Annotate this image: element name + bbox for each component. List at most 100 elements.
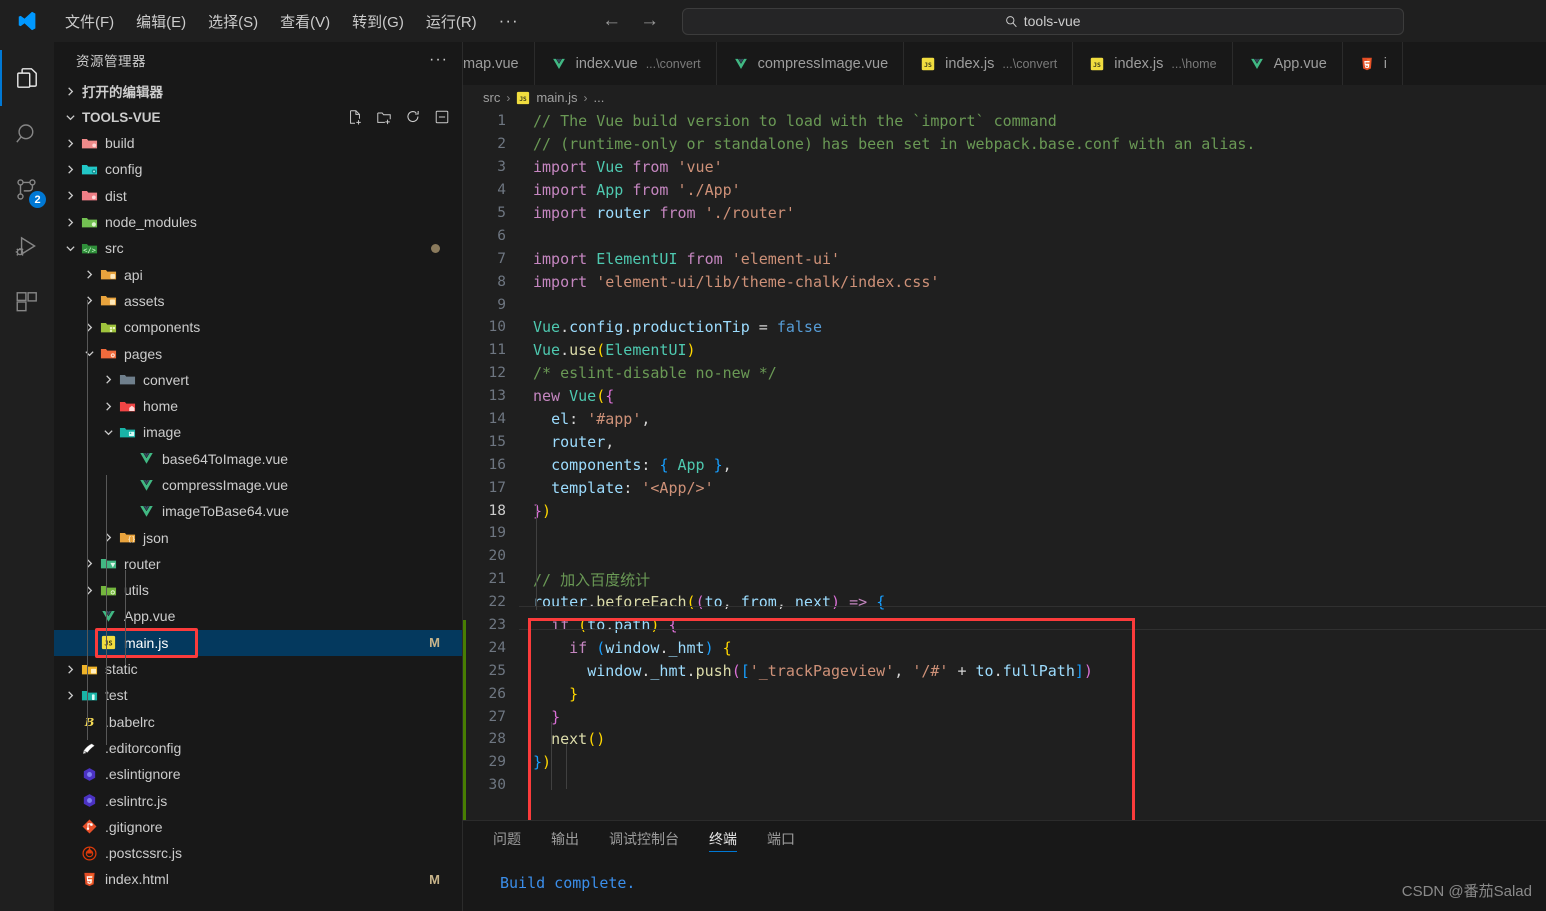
terminal-body[interactable]: Build complete. (463, 856, 1546, 892)
chevron-right-icon[interactable] (62, 190, 78, 201)
chevron-right-icon[interactable] (62, 138, 78, 149)
panel-tab-问题[interactable]: 问题 (493, 821, 521, 856)
tree-item--editorconfig[interactable]: .editorconfig (54, 735, 462, 761)
tree-item-base64toimage-vue[interactable]: base64ToImage.vue (54, 446, 462, 472)
editor-tab-map-vue[interactable]: map.vue (463, 42, 535, 85)
chevron-right-icon[interactable] (62, 690, 78, 701)
tree-item-node-modules[interactable]: node_modules (54, 209, 462, 235)
new-folder-icon[interactable] (376, 109, 392, 125)
tree-item-json[interactable]: {} json (54, 524, 462, 550)
tree-item-app-vue[interactable]: App.vue (54, 603, 462, 629)
chevron-right-icon[interactable] (100, 532, 116, 543)
open-editors-section[interactable]: 打开的编辑器 (54, 78, 462, 104)
tree-item-utils[interactable]: utils (54, 577, 462, 603)
tree-item--postcssrc-js[interactable]: .postcssrc.js (54, 840, 462, 866)
chevron-down-icon[interactable] (81, 348, 97, 359)
editor-tab-index-js[interactable]: JS index.js ...\home (1073, 42, 1233, 85)
tree-item-image[interactable]: image (54, 419, 462, 445)
tree-item-static[interactable]: static (54, 656, 462, 682)
tree-item-components[interactable]: components (54, 314, 462, 340)
new-file-icon[interactable] (347, 109, 363, 125)
chevron-right-icon[interactable] (100, 401, 116, 412)
chevron-right-icon[interactable] (100, 374, 116, 385)
chevron-right-icon[interactable] (62, 217, 78, 228)
chevron-right-icon[interactable] (62, 164, 78, 175)
chevron-right-icon[interactable] (81, 322, 97, 333)
menu-view[interactable]: 查看(V) (269, 7, 341, 36)
editor-tab-index-js[interactable]: JS index.js ...\convert (904, 42, 1074, 85)
menu-run[interactable]: 运行(R) (415, 7, 488, 36)
arrow-left-icon[interactable]: ← (602, 10, 622, 32)
editor-tab-label: map.vue (463, 55, 519, 72)
tree-item--eslintignore[interactable]: .eslintignore (54, 761, 462, 787)
tree-item-home[interactable]: home (54, 393, 462, 419)
breadcrumb-tail[interactable]: ... (594, 90, 605, 105)
menu-go[interactable]: 转到(G) (341, 7, 415, 36)
chevron-down-icon[interactable] (62, 243, 78, 254)
tree-item-router[interactable]: router (54, 551, 462, 577)
chevron-right-icon[interactable] (81, 558, 97, 569)
editor-tab-i[interactable]: i (1342, 42, 1404, 85)
panel-tab-输出[interactable]: 输出 (551, 821, 579, 856)
tree-item-build[interactable]: build (54, 130, 462, 156)
tree-item-index-html[interactable]: index.html M (54, 866, 462, 892)
menu-edit[interactable]: 编辑(E) (125, 7, 197, 36)
tree-item-label: .editorconfig (105, 739, 182, 756)
search-icon (16, 124, 34, 143)
tree-item-label: .gitignore (105, 818, 163, 835)
tree-item--gitignore[interactable]: .gitignore (54, 814, 462, 840)
code-line: 25 window._hmt.push(['_trackPageview', '… (463, 659, 1546, 682)
activitybar-run-debug[interactable] (0, 218, 54, 274)
breadcrumb-file[interactable]: main.js (536, 90, 577, 105)
activitybar-extensions[interactable] (0, 274, 54, 330)
tree-item-test[interactable]: test (54, 682, 462, 708)
chevron-down-icon[interactable] (100, 427, 116, 438)
activitybar-explorer[interactable] (0, 50, 54, 106)
tree-item-compressimage-vue[interactable]: compressImage.vue (54, 472, 462, 498)
ellipsis-icon[interactable]: ··· (429, 51, 448, 69)
collapse-all-icon[interactable] (434, 109, 450, 125)
tree-item-imagetobase64-vue[interactable]: imageToBase64.vue (54, 498, 462, 524)
editor-tab-app-vue[interactable]: App.vue (1232, 42, 1343, 85)
arrow-right-icon[interactable]: → (640, 10, 660, 32)
tree-item-main-js[interactable]: JS main.js M (54, 629, 462, 656)
folder-dist-icon (78, 187, 100, 204)
menu-file[interactable]: 文件(F) (54, 7, 125, 36)
command-search-input[interactable]: tools-vue (681, 7, 1404, 35)
tree-item-pages[interactable]: pages (54, 340, 462, 366)
panel-tab-调试控制台[interactable]: 调试控制台 (609, 821, 679, 856)
breadcrumb: src › JS main.js › ... (463, 85, 1546, 110)
menu-overflow-icon[interactable]: ··· (488, 9, 530, 33)
tree-item-label: config (105, 161, 143, 178)
menu-selection[interactable]: 选择(S) (197, 7, 269, 36)
tree-item-convert[interactable]: convert (54, 367, 462, 393)
panel-tab-端口[interactable]: 端口 (767, 821, 795, 856)
tree-item-label: home (143, 398, 179, 415)
editor-tab-path: ...\convert (645, 56, 701, 71)
panel-tab-终端[interactable]: 终端 (709, 821, 737, 856)
editor-tab-compressimage-vue[interactable]: compressImage.vue (716, 42, 905, 85)
tree-item-src[interactable]: </> src (54, 235, 462, 261)
chevron-right-icon[interactable] (81, 269, 97, 280)
git-status-badge: M (429, 635, 440, 651)
chevron-right-icon[interactable] (81, 295, 97, 306)
tree-item-label: .eslintrc.js (105, 792, 168, 809)
breadcrumb-folder[interactable]: src (483, 90, 500, 105)
editor-tab-index-vue[interactable]: index.vue ...\convert (534, 42, 717, 85)
refresh-icon[interactable] (405, 109, 421, 125)
line-number: 2 (497, 136, 506, 153)
activitybar-search[interactable] (0, 106, 54, 162)
chevron-right-icon[interactable] (62, 664, 78, 675)
tree-item-dist[interactable]: dist (54, 183, 462, 209)
line-number: 15 (488, 433, 506, 450)
tree-item-api[interactable]: api (54, 261, 462, 287)
tree-item--babelrc[interactable]: B .babelrc (54, 709, 462, 735)
tree-item--eslintrc-js[interactable]: .eslintrc.js (54, 787, 462, 813)
tree-item-config[interactable]: config (54, 156, 462, 182)
chevron-right-icon[interactable] (81, 585, 97, 596)
activitybar-source-control[interactable]: 2 (0, 162, 54, 218)
workspace-root-section[interactable]: TOOLS-VUE (54, 104, 462, 130)
code-editor[interactable]: 1 // The Vue build version to load with t… (463, 110, 1546, 820)
tree-item-assets[interactable]: assets (54, 288, 462, 314)
code-indent-guide (551, 722, 552, 790)
